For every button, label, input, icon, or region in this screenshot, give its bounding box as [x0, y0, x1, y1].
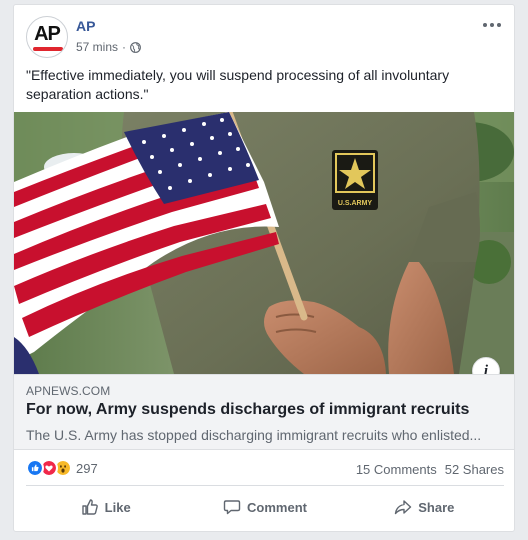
share-button[interactable]: Share [345, 488, 504, 526]
soldier-with-flag-image: U.S.ARMY [14, 112, 514, 374]
avatar-logo-bar [33, 47, 63, 51]
page-name-link[interactable]: AP [76, 18, 95, 34]
globe-icon[interactable] [130, 41, 141, 53]
avatar-logo-text: AP [34, 23, 61, 45]
like-button[interactable]: Like [26, 488, 185, 526]
like-icon [81, 499, 98, 515]
post-caption: "Effective immediately, you will suspend… [26, 67, 450, 102]
post-header: AP AP 57 mins · [14, 5, 514, 65]
post-timestamp[interactable]: 57 mins [76, 40, 118, 54]
link-preview[interactable]: APNEWS.COM For now, Army suspends discha… [14, 374, 514, 450]
post-meta: 57 mins · [76, 40, 141, 54]
post-card: AP AP 57 mins · "Effective immediately, … [13, 4, 515, 532]
link-domain: APNEWS.COM [26, 384, 111, 398]
like-reaction-icon [26, 459, 44, 477]
comment-share-counts: 15 Comments 52 Shares [356, 462, 504, 477]
comment-button[interactable]: Comment [185, 488, 344, 526]
reactions-summary[interactable]: 297 [26, 459, 98, 477]
comments-count[interactable]: 15 Comments [356, 462, 437, 477]
share-icon [395, 500, 412, 515]
post-actions: Like Comment Share [26, 488, 504, 526]
meta-separator: · [122, 40, 127, 54]
link-description: The U.S. Army has stopped discharging im… [26, 427, 482, 443]
patch-text: U.S.ARMY [338, 200, 373, 207]
comment-label: Comment [247, 499, 307, 515]
shares-count[interactable]: 52 Shares [445, 462, 504, 477]
more-options-icon[interactable] [482, 21, 502, 29]
post-photo[interactable]: U.S.ARMY [14, 112, 514, 374]
comment-icon [223, 500, 241, 515]
reaction-count[interactable]: 297 [76, 461, 98, 476]
actions-divider [26, 485, 504, 486]
us-army-patch: U.S.ARMY [332, 150, 378, 210]
engagement-stats: 297 15 Comments 52 Shares [26, 457, 504, 479]
link-headline[interactable]: For now, Army suspends discharges of imm… [26, 401, 469, 419]
like-label: Like [104, 499, 131, 515]
page-avatar[interactable]: AP [26, 16, 68, 58]
share-label: Share [418, 499, 455, 515]
